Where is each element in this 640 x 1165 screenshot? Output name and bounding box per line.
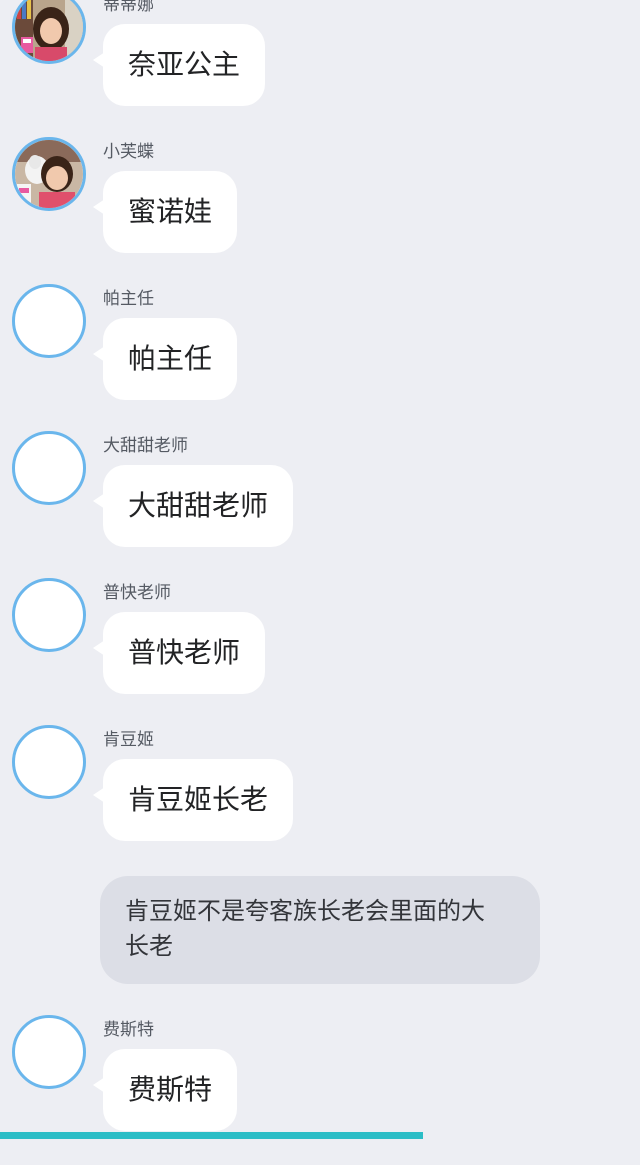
avatar-photo-icon: [15, 0, 83, 61]
sender-name: 肯豆姬: [103, 730, 154, 750]
system-note-bubble: 肯豆姬不是夸客族长老会里面的大 长老: [100, 876, 540, 984]
message-item: 费斯特 费斯特: [0, 1015, 640, 1165]
system-note-line: 肯豆姬不是夸客族长老会里面的大: [125, 897, 485, 925]
user-avatar[interactable]: [12, 284, 86, 358]
avatar-photo-icon: [15, 140, 83, 208]
message-item: 肯豆姬 肯豆姬长老: [0, 725, 640, 875]
message-item: 蒂蒂娜 奈亚公主: [0, 0, 640, 140]
message-bubble[interactable]: 肯豆姬长老: [92, 759, 294, 841]
user-avatar[interactable]: [12, 578, 86, 652]
message-bubble[interactable]: 大甜甜老师: [92, 465, 294, 547]
message-item: 普快老师 普快老师: [0, 578, 640, 728]
message-item: 大甜甜老师 大甜甜老师: [0, 431, 640, 581]
message-bubble[interactable]: 帕主任: [92, 318, 238, 400]
system-note-line: 长老: [125, 932, 173, 960]
progress-bar: [0, 1132, 423, 1139]
sender-name: 蒂蒂娜: [103, 0, 154, 15]
chat-message-list[interactable]: 蒂蒂娜 奈亚公主 小芙蝶 蜜诺娃 帕主任 帕主任 大甜甜老师 大甜甜老师 普快老…: [0, 0, 640, 1139]
user-avatar[interactable]: [12, 0, 86, 64]
message-bubble[interactable]: 普快老师: [92, 612, 266, 694]
user-avatar[interactable]: [12, 725, 86, 799]
user-avatar[interactable]: [12, 431, 86, 505]
user-avatar[interactable]: [12, 137, 86, 211]
sender-name: 帕主任: [103, 289, 154, 309]
message-bubble[interactable]: 费斯特: [92, 1049, 238, 1131]
sender-name: 费斯特: [103, 1020, 154, 1040]
message-item: 帕主任 帕主任: [0, 284, 640, 434]
message-bubble[interactable]: 奈亚公主: [92, 24, 266, 106]
user-avatar[interactable]: [12, 1015, 86, 1089]
sender-name: 小芙蝶: [103, 142, 154, 162]
message-item: 小芙蝶 蜜诺娃: [0, 137, 640, 287]
message-bubble[interactable]: 蜜诺娃: [92, 171, 238, 253]
sender-name: 大甜甜老师: [103, 436, 188, 456]
sender-name: 普快老师: [103, 583, 171, 603]
